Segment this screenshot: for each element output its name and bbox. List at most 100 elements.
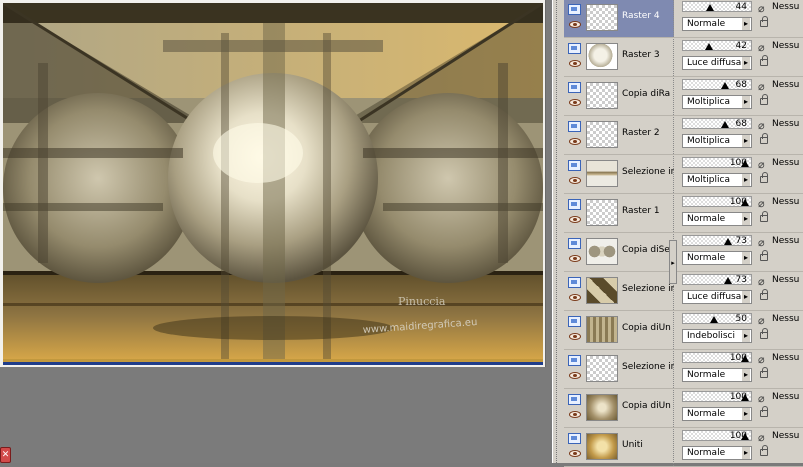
eye-icon[interactable]	[569, 60, 581, 67]
layer-name[interactable]: Copia diRa	[622, 89, 674, 99]
layer-thumbnail[interactable]	[586, 316, 618, 343]
layer-name[interactable]: Raster 1	[622, 206, 674, 216]
layer-thumbnail[interactable]	[586, 238, 618, 265]
opacity-slider-thumb[interactable]	[721, 82, 729, 89]
opacity-slider[interactable]: 100	[682, 157, 752, 168]
layer-row[interactable]: Selezione ir 100 Moltiplica ⌀ Nessu	[564, 156, 803, 194]
layer-row[interactable]: Raster 4 44 Normale ⌀ Nessu	[564, 0, 803, 38]
layer-name-cell[interactable]: Raster 4	[564, 0, 674, 37]
blend-mode-select[interactable]: Normale	[682, 407, 752, 421]
blend-mode-select[interactable]: Moltiplica	[682, 173, 752, 187]
lock-icon[interactable]	[760, 328, 768, 339]
layer-name-cell[interactable]: Selezione ir	[564, 273, 674, 310]
lock-icon[interactable]	[760, 406, 768, 417]
layer-type-icon[interactable]	[568, 316, 581, 327]
layer-name[interactable]: Selezione ir	[622, 167, 674, 177]
layer-row[interactable]: Uniti 100 Normale ⌀ Nessu	[564, 429, 803, 467]
eye-icon[interactable]	[569, 21, 581, 28]
blend-mode-select[interactable]: Indebolisci	[682, 329, 752, 343]
artwork-image[interactable]: Pinuccia www.maidiregrafica.eu	[3, 3, 543, 365]
blend-mode-select[interactable]: Normale	[682, 446, 752, 460]
link-icon[interactable]: ⌀	[758, 119, 765, 132]
opacity-slider[interactable]: 100	[682, 430, 752, 441]
layer-name-cell[interactable]: Copia diSel	[564, 234, 674, 271]
lock-icon[interactable]	[760, 211, 768, 222]
layer-type-icon[interactable]	[568, 43, 581, 54]
layer-thumbnail[interactable]	[586, 160, 618, 187]
layer-name-cell[interactable]: Selezione ir	[564, 156, 674, 193]
image-window[interactable]: Pinuccia www.maidiregrafica.eu	[0, 0, 546, 367]
layer-row[interactable]: Raster 2 68 Moltiplica ⌀ Nessu	[564, 117, 803, 155]
eye-icon[interactable]	[569, 450, 581, 457]
opacity-slider[interactable]: 100	[682, 352, 752, 363]
opacity-slider[interactable]: 73	[682, 274, 752, 285]
opacity-slider-thumb[interactable]	[724, 238, 732, 245]
opacity-slider-thumb[interactable]	[706, 4, 714, 11]
layer-row[interactable]: Selezione ir 100 Normale ⌀ Nessu	[564, 351, 803, 389]
opacity-slider[interactable]: 44	[682, 1, 752, 12]
link-icon[interactable]: ⌀	[758, 158, 765, 171]
lock-icon[interactable]	[760, 289, 768, 300]
layer-row[interactable]: Selezione ir 73 Luce diffusa ⌀ Nessu	[564, 273, 803, 311]
layer-thumbnail[interactable]	[586, 43, 618, 70]
link-icon[interactable]: ⌀	[758, 41, 765, 54]
opacity-slider[interactable]: 50	[682, 313, 752, 324]
opacity-slider[interactable]: 100	[682, 391, 752, 402]
eye-icon[interactable]	[569, 333, 581, 340]
layer-thumbnail[interactable]	[586, 394, 618, 421]
lock-icon[interactable]	[760, 445, 768, 456]
layer-row[interactable]: Copia diRa 68 Moltiplica ⌀ Nessu	[564, 78, 803, 116]
layer-row[interactable]: Raster 3 42 Luce diffusa ⌀ Nessu	[564, 39, 803, 77]
layer-name[interactable]: Raster 4	[622, 11, 674, 21]
layer-name-cell[interactable]: Copia diUn	[564, 312, 674, 349]
eye-icon[interactable]	[569, 177, 581, 184]
layer-name-cell[interactable]: Raster 3	[564, 39, 674, 76]
opacity-slider-thumb[interactable]	[721, 121, 729, 128]
layer-row[interactable]: Raster 1 100 Normale ⌀ Nessu	[564, 195, 803, 233]
layer-thumbnail[interactable]	[586, 121, 618, 148]
opacity-slider[interactable]: 68	[682, 118, 752, 129]
layer-thumbnail[interactable]	[586, 433, 618, 460]
eye-icon[interactable]	[569, 294, 581, 301]
blend-mode-select[interactable]: Normale	[682, 212, 752, 226]
eye-icon[interactable]	[569, 372, 581, 379]
layer-name[interactable]: Copia diUn	[622, 401, 674, 411]
eye-icon[interactable]	[569, 138, 581, 145]
layer-thumbnail[interactable]	[586, 82, 618, 109]
lock-icon[interactable]	[760, 16, 768, 27]
layer-name[interactable]: Selezione ir	[622, 284, 674, 294]
link-icon[interactable]: ⌀	[758, 431, 765, 444]
layer-name-cell[interactable]: Selezione ir	[564, 351, 674, 388]
lock-icon[interactable]	[760, 94, 768, 105]
opacity-slider[interactable]: 68	[682, 79, 752, 90]
layer-thumbnail[interactable]	[586, 199, 618, 226]
layer-name[interactable]: Uniti	[622, 440, 674, 450]
link-icon[interactable]: ⌀	[758, 80, 765, 93]
layer-thumbnail[interactable]	[586, 4, 618, 31]
layer-name-cell[interactable]: Raster 1	[564, 195, 674, 232]
lock-icon[interactable]	[760, 250, 768, 261]
layer-name[interactable]: Selezione ir	[622, 362, 674, 372]
link-icon[interactable]: ⌀	[758, 275, 765, 288]
lock-icon[interactable]	[760, 133, 768, 144]
link-icon[interactable]: ⌀	[758, 197, 765, 210]
collapse-handle[interactable]: ▸	[669, 240, 677, 284]
link-icon[interactable]: ⌀	[758, 236, 765, 249]
blend-mode-select[interactable]: Normale	[682, 368, 752, 382]
eye-icon[interactable]	[569, 255, 581, 262]
lock-icon[interactable]	[760, 55, 768, 66]
opacity-slider[interactable]: 73	[682, 235, 752, 246]
layer-name[interactable]: Raster 3	[622, 50, 674, 60]
layer-name[interactable]: Copia diSel	[622, 245, 674, 255]
eye-icon[interactable]	[569, 411, 581, 418]
blend-mode-select[interactable]: Moltiplica	[682, 95, 752, 109]
layer-type-icon[interactable]	[568, 355, 581, 366]
layer-type-icon[interactable]	[568, 394, 581, 405]
opacity-slider-thumb[interactable]	[705, 43, 713, 50]
eye-icon[interactable]	[569, 99, 581, 106]
layer-type-icon[interactable]	[568, 238, 581, 249]
layer-name[interactable]: Raster 2	[622, 128, 674, 138]
opacity-slider-thumb[interactable]	[724, 277, 732, 284]
layer-row[interactable]: Copia diUn 50 Indebolisci ⌀ Nessu	[564, 312, 803, 350]
eye-icon[interactable]	[569, 216, 581, 223]
